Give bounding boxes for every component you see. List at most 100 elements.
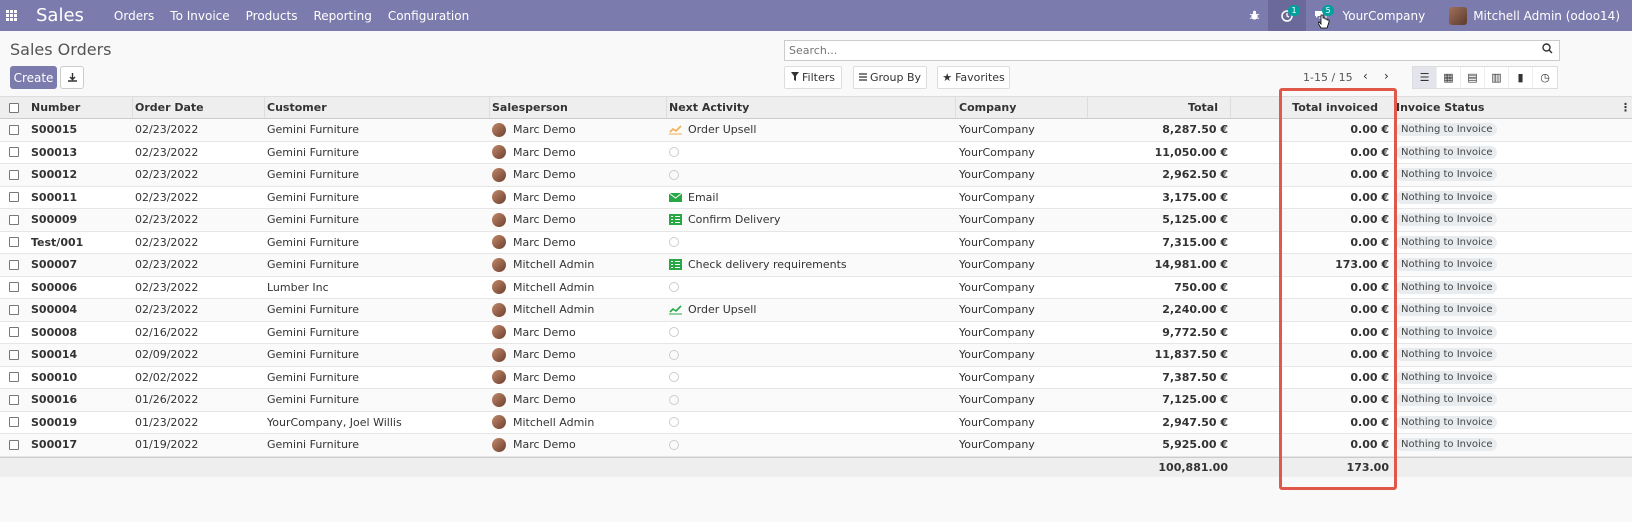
group-by-button[interactable]: Group By: [853, 66, 927, 89]
avatar: [492, 302, 506, 317]
download-icon[interactable]: [60, 66, 84, 89]
total-invoiced: 0.00 €: [1350, 303, 1389, 317]
clock-icon[interactable]: [669, 327, 679, 338]
table-row[interactable]: S00013 02/23/2022 Gemini Furniture Marc …: [0, 141, 1632, 164]
menu-item-to-invoice[interactable]: To Invoice: [170, 9, 229, 23]
col-customer[interactable]: Customer: [267, 97, 327, 118]
table-row[interactable]: S00012 02/23/2022 Gemini Furniture Marc …: [0, 164, 1632, 187]
row-checkbox[interactable]: [9, 299, 20, 321]
col-total-invoiced[interactable]: Total invoiced: [1280, 97, 1378, 118]
search-input[interactable]: [785, 41, 1525, 60]
chart-icon[interactable]: [669, 124, 688, 135]
apps-menu-icon[interactable]: [0, 0, 22, 31]
col-order-date[interactable]: Order Date: [135, 97, 204, 118]
order-date: 02/23/2022: [135, 190, 199, 204]
row-checkbox[interactable]: [9, 434, 20, 456]
col-invoice-status[interactable]: Invoice Status: [1396, 97, 1484, 118]
row-checkbox[interactable]: [9, 209, 20, 231]
filters-button[interactable]: Filters: [784, 66, 842, 89]
select-all-checkbox[interactable]: [9, 97, 20, 118]
invoice-status-label: Nothing to Invoice: [1396, 190, 1498, 204]
clock-icon[interactable]: [669, 394, 679, 405]
clock-icon[interactable]: [669, 147, 679, 158]
order-date: 01/19/2022: [135, 438, 199, 452]
menu-item-products[interactable]: Products: [246, 9, 298, 23]
col-number[interactable]: Number: [31, 97, 80, 118]
list-view-icon[interactable]: ☰: [1413, 67, 1437, 88]
row-checkbox[interactable]: [9, 367, 20, 389]
chart-icon[interactable]: [669, 304, 688, 315]
order-number: S00007: [31, 258, 78, 272]
pivot-view-icon[interactable]: ▥: [1485, 67, 1509, 88]
table-row[interactable]: S00015 02/23/2022 Gemini Furniture Marc …: [0, 119, 1632, 142]
table-row[interactable]: S00008 02/16/2022 Gemini Furniture Marc …: [0, 321, 1632, 344]
row-checkbox[interactable]: [9, 142, 20, 164]
company-name: YourCompany: [959, 280, 1035, 294]
search-icon[interactable]: [1542, 43, 1553, 57]
row-checkbox[interactable]: [9, 232, 20, 254]
col-company[interactable]: Company: [959, 97, 1016, 118]
activity-icon[interactable]: 1: [1268, 0, 1307, 31]
row-checkbox[interactable]: [9, 254, 20, 276]
table-row[interactable]: S00004 02/23/2022 Gemini Furniture Mitch…: [0, 299, 1632, 322]
table-row[interactable]: S00019 01/23/2022 YourCompany, Joel Will…: [0, 411, 1632, 434]
table-row[interactable]: S00009 02/23/2022 Gemini Furniture Marc …: [0, 209, 1632, 232]
pager-value[interactable]: 1-15 / 15: [1303, 71, 1353, 84]
row-checkbox[interactable]: [9, 344, 20, 366]
clock-icon[interactable]: [669, 349, 679, 360]
table-row[interactable]: S00007 02/23/2022 Gemini Furniture Mitch…: [0, 254, 1632, 277]
clock-icon[interactable]: [669, 169, 679, 180]
clock-icon[interactable]: [669, 417, 679, 428]
order-total: 750.00 €: [1174, 280, 1228, 294]
row-checkbox[interactable]: [9, 187, 20, 209]
kanban-view-icon[interactable]: ▦: [1437, 67, 1461, 88]
row-checkbox[interactable]: [9, 277, 20, 299]
app-name[interactable]: Sales: [36, 5, 84, 26]
row-checkbox[interactable]: [9, 389, 20, 411]
graph-view-icon[interactable]: ▮: [1509, 67, 1533, 88]
email-icon[interactable]: [669, 192, 688, 203]
clock-icon[interactable]: [669, 372, 679, 383]
clock-icon[interactable]: [669, 282, 679, 293]
next-activity: Email: [669, 187, 719, 209]
row-checkbox[interactable]: [9, 119, 20, 141]
user-menu[interactable]: Mitchell Admin (odoo14): [1449, 6, 1620, 25]
favorites-button[interactable]: ★ Favorites: [937, 66, 1010, 89]
row-checkbox[interactable]: [9, 164, 20, 186]
row-checkbox[interactable]: [9, 412, 20, 434]
table-row[interactable]: S00017 01/19/2022 Gemini Furniture Marc …: [0, 434, 1632, 457]
col-next-activity[interactable]: Next Activity: [669, 97, 749, 118]
debug-icon[interactable]: [1240, 0, 1268, 31]
table-row[interactable]: S00014 02/09/2022 Gemini Furniture Marc …: [0, 344, 1632, 367]
row-checkbox[interactable]: [9, 322, 20, 344]
status-badge: Nothing to Invoice: [1396, 209, 1498, 231]
clock-icon[interactable]: [669, 439, 679, 450]
tasks-icon[interactable]: [669, 214, 688, 226]
table-row[interactable]: Test/001 02/23/2022 Gemini Furniture Mar…: [0, 231, 1632, 254]
activity-label: Confirm Delivery: [688, 213, 781, 227]
activity-view-icon[interactable]: ◷: [1533, 67, 1557, 88]
invoice-status-label: Nothing to Invoice: [1396, 325, 1498, 339]
chevron-left-icon[interactable]: ‹: [1363, 69, 1368, 83]
order-number: S00016: [31, 393, 78, 407]
chevron-right-icon[interactable]: ›: [1384, 69, 1389, 83]
table-row[interactable]: S00011 02/23/2022 Gemini Furniture Marc …: [0, 186, 1632, 209]
col-salesperson[interactable]: Salesperson: [492, 97, 568, 118]
tasks-icon[interactable]: [669, 259, 688, 271]
calendar-view-icon[interactable]: ▤: [1461, 67, 1485, 88]
column-options-icon[interactable]: ⋮: [1620, 97, 1631, 118]
invoice-status-label: Nothing to Invoice: [1396, 303, 1498, 317]
company-switcher[interactable]: YourCompany: [1342, 9, 1425, 23]
menu-item-orders[interactable]: Orders: [114, 9, 154, 23]
salesperson-name: Marc Demo: [513, 348, 576, 362]
clock-icon[interactable]: [669, 237, 679, 248]
table-row[interactable]: S00006 02/23/2022 Lumber Inc Mitchell Ad…: [0, 276, 1632, 299]
top-navbar: Sales Orders To Invoice Products Reporti…: [0, 0, 1632, 31]
company-name: YourCompany: [959, 438, 1035, 452]
create-button[interactable]: Create: [10, 66, 57, 89]
col-total[interactable]: Total: [1090, 97, 1218, 118]
menu-item-reporting[interactable]: Reporting: [313, 9, 371, 23]
menu-item-configuration[interactable]: Configuration: [388, 9, 469, 23]
table-row[interactable]: S00010 02/02/2022 Gemini Furniture Marc …: [0, 366, 1632, 389]
table-row[interactable]: S00016 01/26/2022 Gemini Furniture Marc …: [0, 389, 1632, 412]
